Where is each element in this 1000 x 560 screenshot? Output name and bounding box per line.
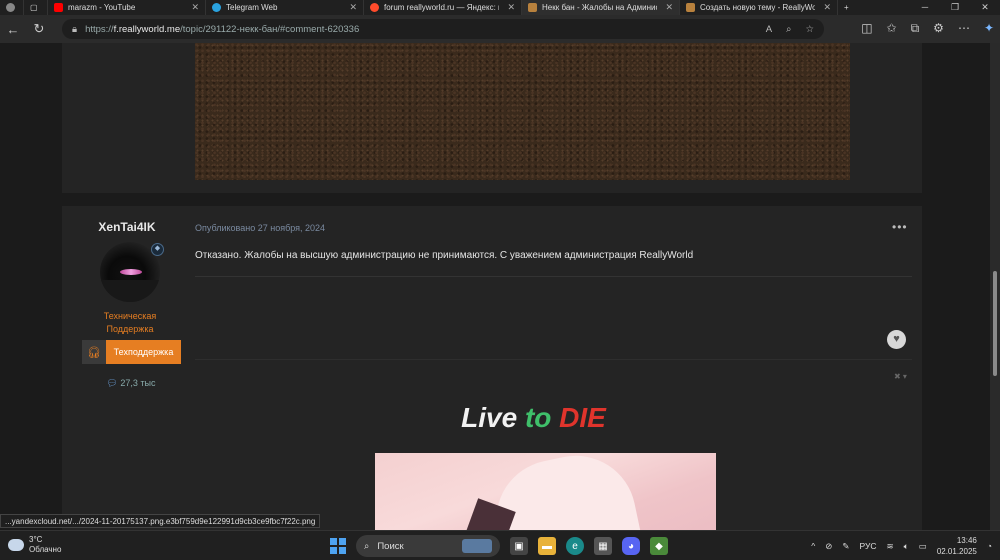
close-tab-icon[interactable]: ✕ (191, 2, 199, 13)
scrollbar[interactable] (990, 43, 1000, 530)
search-highlight-icon (462, 539, 492, 553)
close-tab-icon[interactable]: ✕ (507, 2, 515, 13)
heart-icon[interactable]: ♥ (887, 330, 906, 349)
search-icon: ⌕ (364, 540, 370, 552)
weather-widget[interactable]: 3°C Облачно (8, 535, 61, 555)
edge-icon[interactable]: e (566, 537, 584, 555)
status-url: ...yandexcloud.net/.../2024-11-20175137.… (0, 514, 321, 528)
search-page-icon[interactable]: ⌕ (786, 24, 791, 35)
back-icon[interactable]: ← (0, 22, 26, 37)
close-tab-icon[interactable]: ✕ (823, 2, 831, 13)
battery-icon[interactable]: ▭ (919, 541, 927, 552)
forum-page: XenTai4IK ◆ Техническая Поддержка 🎧︎ Тех… (0, 43, 990, 530)
read-aloud-icon[interactable]: A (766, 24, 772, 35)
split-screen-icon[interactable]: ◫ (861, 21, 872, 36)
reallyworld-icon (528, 3, 537, 12)
divider (195, 276, 912, 277)
profile-avatar[interactable] (0, 0, 24, 15)
post-options-icon[interactable]: ••• (892, 220, 908, 234)
taskbar-search[interactable]: ⌕ Поиск (356, 535, 500, 557)
tab-actions-icon[interactable]: ▢ (24, 0, 48, 15)
shield-icon: ◆ (151, 243, 164, 256)
more-menu-icon[interactable]: ⋯ (958, 21, 970, 36)
new-tab-button[interactable]: + (838, 0, 862, 15)
tab-create-topic[interactable]: Создать новую тему - ReallyWor ✕ (680, 0, 838, 15)
discord-icon[interactable]: ◕ (622, 537, 640, 555)
collapse-icon[interactable]: ✖ ▾ (894, 372, 907, 381)
signature-image (375, 453, 716, 530)
user-role: Техническая Поддержка (103, 311, 157, 334)
favorites-icon[interactable]: ✩ (887, 21, 897, 36)
file-explorer-icon[interactable]: ▬ (538, 537, 556, 555)
extensions-icon[interactable]: ⚙ (933, 21, 944, 36)
reputation-count: 💬︎ 27,3 тыс (106, 378, 156, 388)
author-column: XenTai4IK (62, 206, 192, 234)
pen-icon[interactable]: ✎ (842, 541, 849, 552)
support-badge: 🎧︎ Техподдержка (82, 340, 181, 364)
minimize-icon[interactable]: ─ (910, 0, 940, 15)
close-tab-icon[interactable]: ✕ (349, 2, 357, 13)
task-view-icon[interactable]: ▣ (510, 537, 528, 555)
cloud-icon (8, 539, 24, 551)
start-windows-icon[interactable] (330, 538, 346, 554)
notifications-icon[interactable]: ◔ (987, 541, 992, 551)
address-bar-row: ← ↻ 🔒︎ https://f.reallyworld.me/topic/29… (0, 15, 1000, 43)
post-meta: Опубликовано 27 ноября, 2024 (195, 223, 326, 233)
comment-icon: 💬︎ (106, 378, 118, 388)
lang-indicator[interactable]: РУС (860, 541, 877, 551)
scrollbar-thumb[interactable] (993, 271, 997, 376)
attached-image-dirt-texture[interactable] (195, 43, 850, 180)
volume-icon[interactable]: 🔈︎ (904, 541, 909, 552)
youtube-icon (54, 3, 63, 12)
clock[interactable]: 13:46 02.01.2025 (937, 535, 977, 557)
post-body: Отказано. Жалобы на высшую администрацию… (195, 250, 694, 261)
copilot-icon[interactable]: ✦ (984, 21, 994, 36)
close-window-icon[interactable]: ✕ (970, 0, 1000, 15)
url-field[interactable]: 🔒︎ https://f.reallyworld.me/topic/291122… (62, 19, 824, 39)
close-tab-icon[interactable]: ✕ (665, 2, 673, 13)
telegram-icon (212, 3, 221, 12)
lock-icon: 🔒︎ (72, 23, 78, 35)
forum-post: XenTai4IK ◆ Техническая Поддержка 🎧︎ Тех… (62, 206, 922, 530)
refresh-icon[interactable]: ↻ (26, 21, 52, 37)
store-icon[interactable]: ▦ (594, 537, 612, 555)
tab-yandex[interactable]: forum reallyworld.ru — Яндекс: н ✕ (364, 0, 522, 15)
maximize-icon[interactable]: ❐ (940, 0, 970, 15)
author-name[interactable]: XenTai4IK (62, 220, 192, 234)
previous-post (62, 43, 922, 193)
chevron-up-icon[interactable]: ^ (811, 541, 815, 551)
wifi-icon[interactable]: ≋ (887, 541, 894, 552)
tab-telegram[interactable]: Telegram Web ✕ (206, 0, 364, 15)
browser-tab-bar: ▢ marazm - YouTube ✕ Telegram Web ✕ forum … (0, 0, 1000, 15)
minecraft-icon[interactable]: ◆ (650, 537, 668, 555)
yandex-icon (370, 3, 379, 12)
taskbar: 3°C Облачно ⌕ Поиск ▣ ▬ e ▦ ◕ ◆ ^ ⊘ ✎ РУС… (0, 530, 1000, 560)
favorite-star-icon[interactable]: ☆ (805, 24, 814, 35)
tray-app-icon[interactable]: ⊘ (825, 541, 832, 552)
headset-icon: 🎧︎ (82, 340, 106, 364)
reallyworld-icon (686, 3, 695, 12)
divider (195, 359, 912, 360)
tab-active-complaint[interactable]: Некк бан - Жалобы на Админис ✕ (522, 0, 680, 15)
signature-title: Live to DIE (461, 402, 606, 433)
collections-icon[interactable]: ⧉ (911, 21, 920, 36)
tab-youtube[interactable]: marazm - YouTube ✕ (48, 0, 206, 15)
